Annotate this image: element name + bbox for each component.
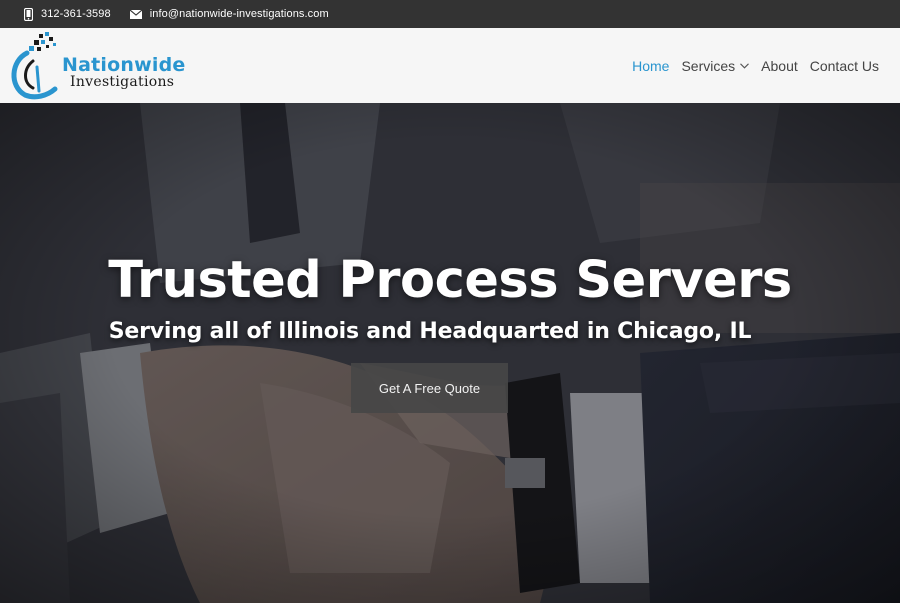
chevron-down-icon — [740, 62, 750, 69]
logo-text-primary: Nationwide — [62, 54, 186, 76]
nav-about-label: About — [761, 57, 798, 74]
free-quote-button[interactable]: Get A Free Quote — [351, 363, 508, 413]
email-address[interactable]: info@nationwide-investigations.com — [150, 8, 329, 20]
hero-subtitle: Serving all of Illinois and Headquarted … — [108, 319, 752, 344]
handshake-background-image — [0, 103, 900, 603]
logo-mark-icon — [11, 32, 58, 100]
phone-number[interactable]: 312-361-3598 — [41, 8, 111, 20]
top-contact-bar: 312-361-3598 info@nationwide-investigati… — [0, 0, 900, 28]
main-navigation: Home Services About Contact Us — [620, 28, 879, 103]
nav-services-label: Services — [681, 57, 736, 74]
site-header: Nationwide Investigations Home Services … — [0, 28, 900, 103]
nav-contact-label: Contact Us — [809, 57, 879, 74]
logo-text-secondary: Investigations — [70, 74, 175, 90]
nav-services[interactable]: Services — [681, 57, 750, 74]
hero-section: Trusted Process Servers Serving all of I… — [0, 103, 900, 603]
nav-home-label: Home — [632, 57, 670, 74]
envelope-icon — [129, 9, 142, 19]
nav-home[interactable]: Home — [632, 58, 669, 74]
phone-icon — [24, 7, 33, 21]
nav-contact[interactable]: Contact Us — [810, 58, 879, 74]
hero-title: Trusted Process Servers — [108, 251, 792, 310]
phone-contact[interactable]: 312-361-3598 — [24, 7, 111, 21]
email-contact[interactable]: info@nationwide-investigations.com — [129, 8, 329, 20]
nav-about[interactable]: About — [761, 58, 798, 74]
site-logo[interactable]: Nationwide Investigations — [9, 31, 199, 101]
